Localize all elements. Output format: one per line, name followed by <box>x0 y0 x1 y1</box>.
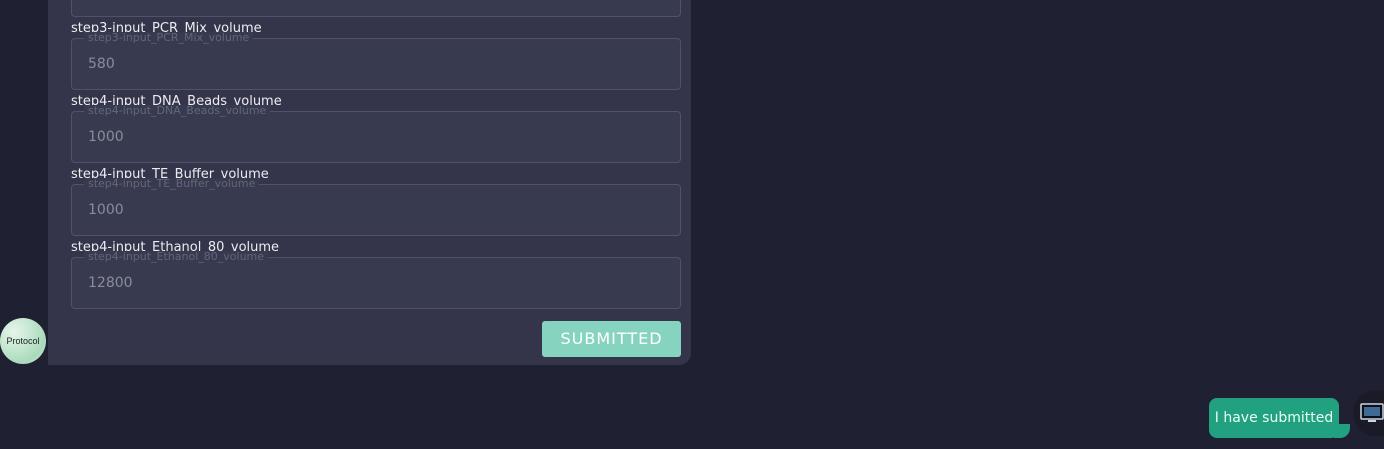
pcr-mix-volume-input[interactable] <box>88 39 648 89</box>
bot-avatar-label: Protocol <box>6 336 40 346</box>
field-dna-beads-volume: step4-input_DNA_Beads_volume step4-input… <box>71 93 681 163</box>
user-avatar <box>1353 390 1384 436</box>
field-box[interactable]: step4-input_DNA_Beads_volume <box>71 105 681 163</box>
dna-beads-volume-input[interactable] <box>88 112 648 162</box>
card-tail <box>48 356 62 365</box>
previous-input-field[interactable] <box>71 0 681 17</box>
field-ethanol-80-volume: step4-input_Ethanol_80_volume step4-inpu… <box>71 239 681 309</box>
bot-avatar: Protocol <box>0 318 46 364</box>
submitted-button[interactable]: SUBMITTED <box>542 321 681 357</box>
computer-icon <box>1360 403 1384 422</box>
field-box[interactable]: step4-input_Ethanol_80_volume <box>71 251 681 309</box>
ethanol-80-volume-input[interactable] <box>88 258 648 308</box>
field-pcr-mix-volume: step3-input_PCR_Mix_volume step3-input_P… <box>71 20 681 90</box>
field-box[interactable]: step3-input_PCR_Mix_volume <box>71 32 681 90</box>
field-box[interactable]: step4-input_TE_Buffer_volume <box>71 178 681 236</box>
user-message-bubble: I have submitted <box>1209 398 1339 438</box>
field-te-buffer-volume: step4-input_TE_Buffer_volume step4-input… <box>71 166 681 236</box>
user-message-text: I have submitted <box>1214 410 1334 426</box>
te-buffer-volume-input[interactable] <box>88 185 648 235</box>
